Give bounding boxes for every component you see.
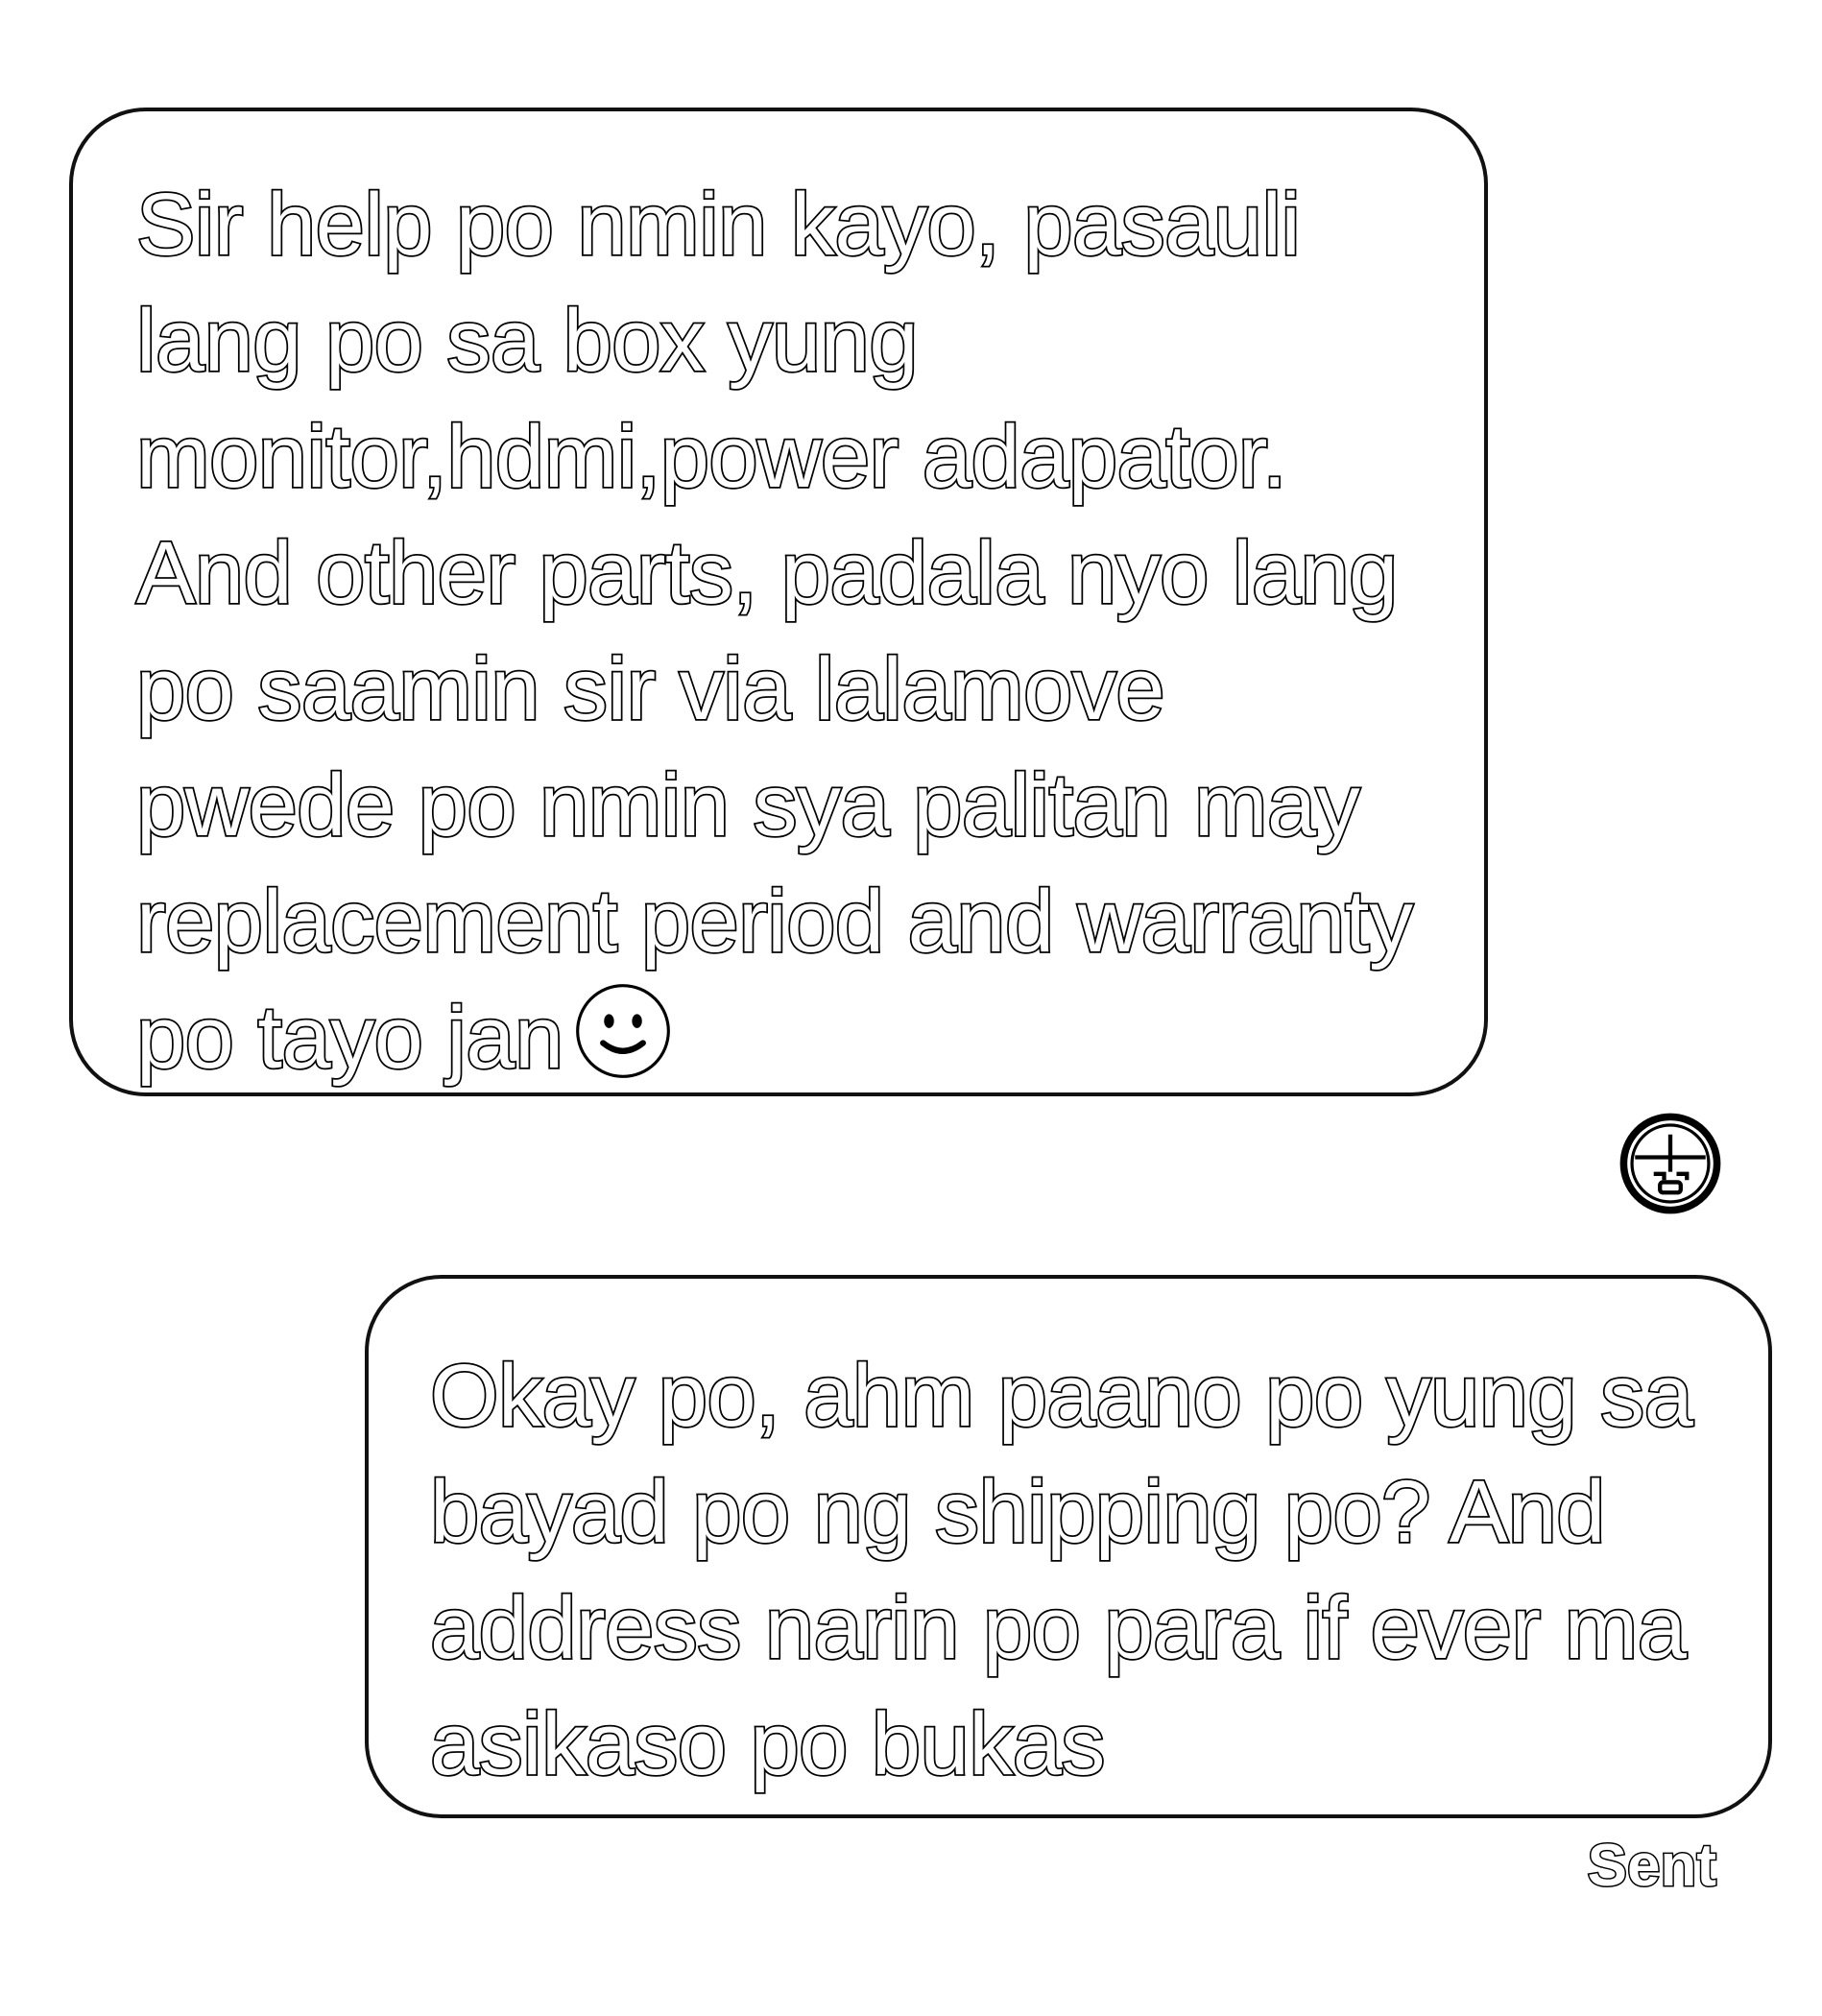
smiley-icon — [575, 984, 670, 1078]
outgoing-message-text: Okay po, ahm paano po yung sa bayad po n… — [428, 1345, 1694, 1795]
incoming-message-body: Sir help po nmin kayo, pasauli lang po s… — [134, 174, 1414, 1089]
incoming-message-text: Sir help po nmin kayo, pasauli lang po s… — [134, 167, 1442, 1096]
outgoing-message-bubble[interactable]: Okay po, ahm paano po yung sa bayad po n… — [365, 1275, 1772, 1818]
avatar-face-icon[interactable] — [1618, 1112, 1722, 1215]
incoming-message-bubble[interactable]: Sir help po nmin kayo, pasauli lang po s… — [69, 108, 1488, 1096]
message-status-label: Sent — [1586, 1832, 1717, 1901]
